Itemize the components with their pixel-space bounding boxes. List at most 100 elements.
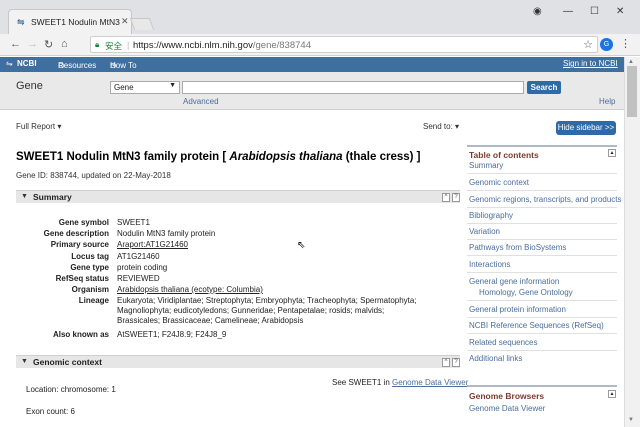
- location-text: Location: chromosome: 1: [26, 385, 116, 394]
- minimize-icon[interactable]: —: [563, 6, 573, 17]
- url-path: /gene/838744: [252, 39, 311, 51]
- toc-divider: [467, 333, 617, 334]
- primary-source-link[interactable]: Araport:AT1G21460: [117, 240, 417, 250]
- ncbi-logo[interactable]: NCBI: [17, 59, 37, 68]
- forward-icon[interactable]: →: [27, 38, 38, 50]
- reload-icon[interactable]: ↻: [44, 38, 53, 51]
- row-value: REVIEWED: [117, 274, 160, 283]
- new-tab-button[interactable]: [129, 18, 155, 30]
- see-in-gdv: See SWEET1 in Genome Data Viewer: [332, 378, 468, 387]
- ncbi-top-bar: ⇋ NCBI Resources ⊙ How To ⊙ Sign in to N…: [0, 57, 624, 72]
- genomic-context-section-header[interactable]: ▼ Genomic context ^ ?: [16, 355, 460, 368]
- toc-item[interactable]: Related sequences: [469, 338, 617, 347]
- home-icon[interactable]: ⌂: [61, 38, 68, 50]
- page-title: SWEET1 Nodulin MtN3 family protein [ Ara…: [16, 151, 421, 163]
- ncbi-favicon-icon: ⇋: [17, 17, 25, 27]
- toc-item[interactable]: Interactions: [469, 260, 617, 269]
- row-key: Primary source: [50, 240, 109, 249]
- row-key: Gene symbol: [58, 218, 109, 227]
- toc-divider: [467, 190, 617, 191]
- back-icon[interactable]: ←: [10, 38, 21, 50]
- collapse-all-icon[interactable]: ^: [442, 193, 450, 202]
- toc-item[interactable]: Variation: [469, 227, 617, 236]
- collapse-toc-icon[interactable]: ▲: [608, 149, 616, 157]
- genome-data-viewer-sidebar-link[interactable]: Genome Data Viewer: [469, 404, 545, 413]
- toc-item[interactable]: Bibliography: [469, 211, 617, 220]
- summary-section-header[interactable]: ▼ Summary ^ ?: [16, 190, 460, 203]
- collapse-all-icon[interactable]: ^: [442, 358, 450, 367]
- toc-divider: [467, 317, 617, 318]
- toc-item[interactable]: Pathways from BioSystems: [469, 243, 617, 252]
- profile-icon[interactable]: ◉: [533, 6, 542, 17]
- extension-icon[interactable]: G: [600, 38, 613, 51]
- collapse-triangle-icon[interactable]: ▼: [21, 193, 28, 200]
- row-key: RefSeq status: [55, 274, 109, 283]
- title-common-name: (thale cress) ]: [345, 151, 421, 163]
- search-panel: Gene Gene ▼ Search Advanced Help: [0, 72, 624, 110]
- ncbi-logo-icon[interactable]: ⇋: [6, 59, 13, 68]
- maximize-icon[interactable]: ☐: [590, 6, 599, 17]
- search-button[interactable]: Search: [527, 81, 561, 94]
- genome-data-viewer-link[interactable]: Genome Data Viewer: [392, 378, 468, 387]
- section-help-icon[interactable]: ?: [452, 193, 460, 202]
- toc-item[interactable]: NCBI Reference Sequences (RefSeq): [469, 321, 617, 330]
- database-select[interactable]: Gene ▼: [110, 81, 180, 94]
- bookmark-star-icon[interactable]: ☆: [583, 38, 593, 51]
- close-tab-icon[interactable]: ✕: [121, 16, 129, 27]
- toc-divider: [467, 239, 617, 240]
- chevron-down-icon: ⊙: [110, 61, 117, 70]
- genomic-context-heading: Genomic context: [33, 357, 102, 367]
- table-of-contents: Table of contents ▲ Summary Genomic cont…: [467, 143, 622, 373]
- section-help-icon[interactable]: ?: [452, 358, 460, 367]
- row-key: Gene description: [43, 229, 109, 238]
- toc-divider: [467, 272, 617, 273]
- address-bar[interactable]: 🔒︎ 安全 | https://www.ncbi.nlm.nih.gov/gen…: [90, 36, 598, 53]
- close-window-icon[interactable]: ✕: [616, 6, 624, 17]
- toc-subitem[interactable]: Homology, Gene Ontology: [479, 288, 627, 297]
- browser-tabstrip: ⇋ SWEET1 Nodulin MtN3 ✕ ◉ — ☐ ✕: [0, 0, 640, 34]
- collapse-triangle-icon[interactable]: ▼: [21, 358, 28, 365]
- database-select-value: Gene: [114, 83, 134, 92]
- scrollbar-thumb[interactable]: [627, 66, 637, 117]
- scroll-up-icon[interactable]: ▲: [628, 59, 634, 65]
- toc-item[interactable]: General protein information: [469, 305, 617, 314]
- row-value: protein coding: [117, 263, 168, 272]
- genome-browsers-heading: Genome Browsers: [469, 391, 545, 401]
- advanced-link[interactable]: Advanced: [183, 97, 219, 106]
- url-separator: |: [127, 40, 130, 50]
- full-report-menu[interactable]: Full Report ▾: [16, 122, 61, 131]
- toc-item[interactable]: General gene information: [469, 277, 617, 286]
- title-gene: SWEET1 Nodulin MtN3 family protein [: [16, 151, 227, 163]
- send-to-menu[interactable]: Send to: ▾: [423, 122, 459, 131]
- search-input[interactable]: [182, 81, 524, 94]
- scroll-down-icon[interactable]: ▼: [628, 417, 634, 423]
- toc-divider: [467, 207, 617, 208]
- send-to-label: Send to:: [423, 122, 453, 131]
- row-value: Nodulin MtN3 family protein: [117, 229, 216, 238]
- full-report-label: Full Report: [16, 122, 56, 131]
- tab-title: SWEET1 Nodulin MtN3: [31, 17, 120, 27]
- lock-icon: 🔒︎: [95, 40, 100, 49]
- browser-tab[interactable]: ⇋ SWEET1 Nodulin MtN3 ✕: [8, 9, 132, 34]
- toc-item[interactable]: Summary: [469, 161, 617, 170]
- row-key: Gene type: [70, 263, 109, 272]
- organism-link[interactable]: Arabidopsis thaliana (ecotype: Columbia): [117, 285, 417, 295]
- toc-item[interactable]: Genomic context: [469, 178, 617, 187]
- exon-count-text: Exon count: 6: [26, 407, 75, 416]
- row-value: AtSWEET1; F24J8.9; F24J8_9: [117, 330, 227, 339]
- browser-menu-icon[interactable]: ⋮: [620, 37, 631, 50]
- toc-divider: [467, 223, 617, 224]
- url-host: https://www.ncbi.nlm.nih.gov: [133, 39, 253, 51]
- row-key: Also known as: [52, 330, 109, 339]
- dropdown-arrow-icon: ▼: [169, 82, 176, 89]
- url-text: https://www.ncbi.nlm.nih.gov/gene/838744: [133, 40, 311, 51]
- row-value: AT1G21460: [117, 252, 160, 261]
- gene-id-line: Gene ID: 838744, updated on 22-May-2018: [16, 171, 171, 180]
- toc-item[interactable]: Genomic regions, transcripts, and produc…: [469, 195, 622, 204]
- help-link[interactable]: Help: [599, 97, 615, 106]
- hide-sidebar-button[interactable]: Hide sidebar >>: [556, 121, 616, 135]
- sign-in-link[interactable]: Sign in to NCBI: [563, 59, 618, 68]
- address-toolbar: ← → ↻ ⌂ 🔒︎ 安全 | https://www.ncbi.nlm.nih…: [0, 34, 640, 56]
- toc-item[interactable]: Additional links: [469, 354, 617, 363]
- collapse-panel-icon[interactable]: ▲: [608, 390, 616, 398]
